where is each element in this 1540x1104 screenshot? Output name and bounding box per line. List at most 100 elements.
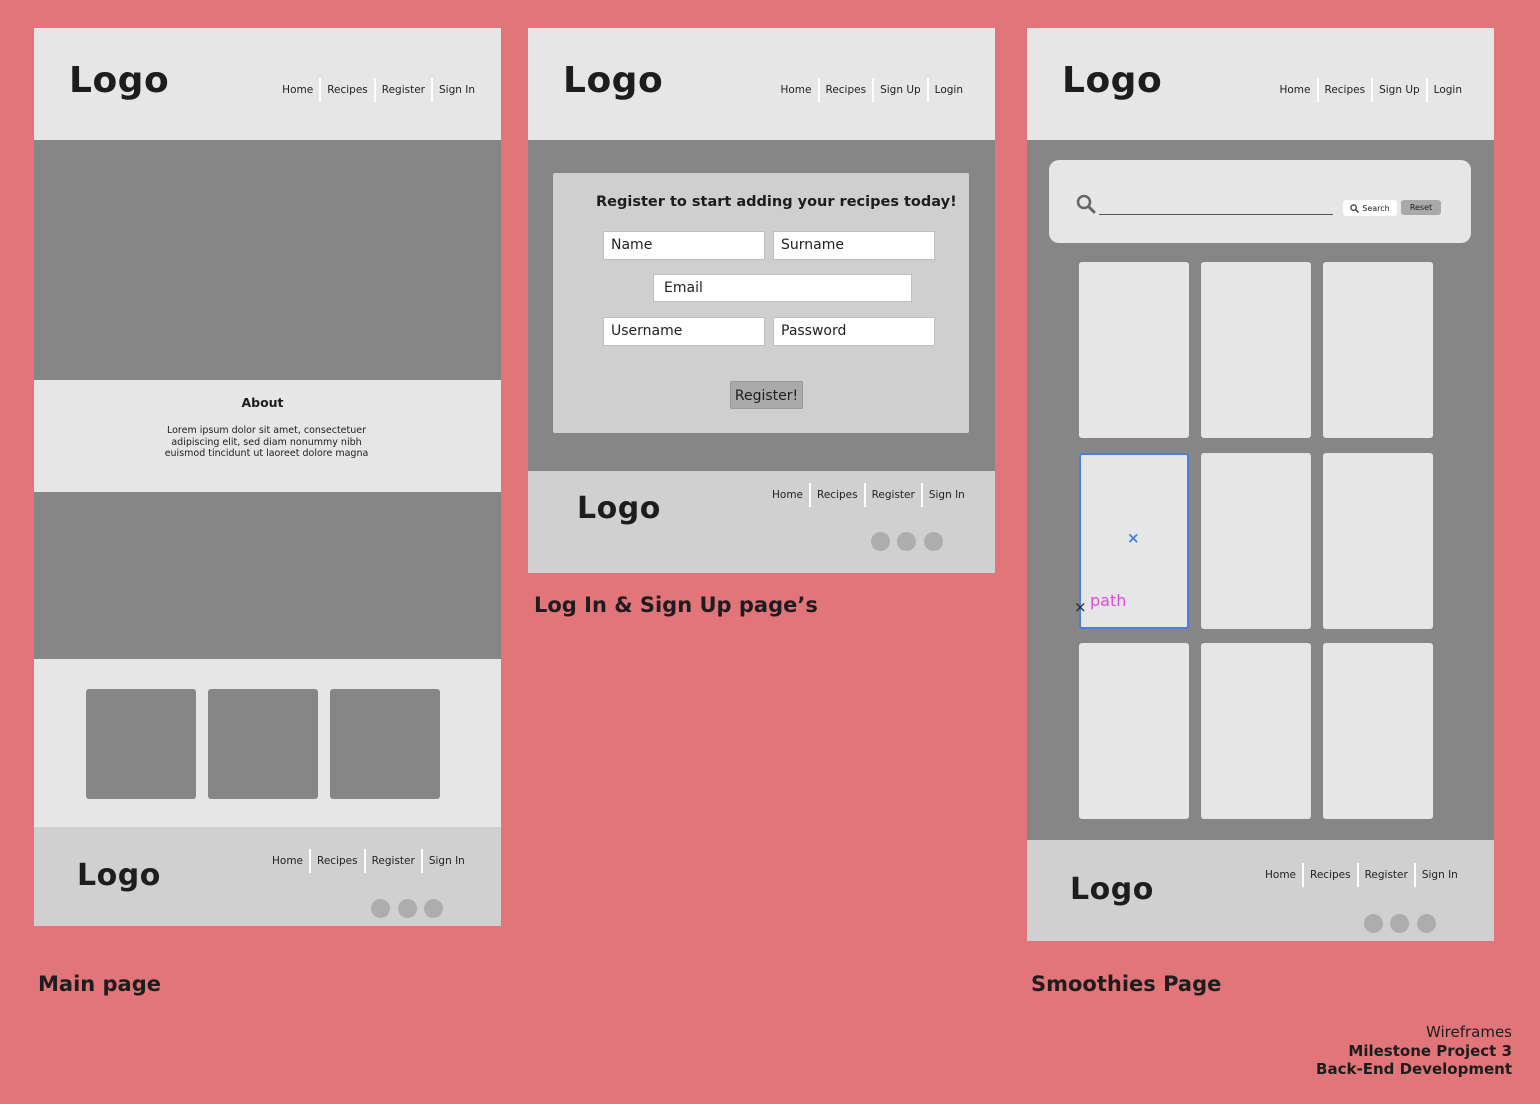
about-text: Lorem ipsum dolor sit amet, consectetuer… (34, 425, 499, 460)
main-nav: Home Recipes Register Sign In (276, 78, 481, 102)
register-form-panel: Register to start adding your recipes to… (553, 173, 969, 433)
nav-sign-up[interactable]: Sign Up (872, 78, 927, 102)
smoothies-logo[interactable]: Logo (1062, 60, 1162, 101)
register-form-title: Register to start adding your recipes to… (596, 194, 957, 210)
nav-login[interactable]: Login (926, 78, 969, 102)
recipe-card[interactable] (1323, 453, 1433, 629)
login-content-area: Register to start adding your recipes to… (528, 140, 995, 471)
login-footer: Logo Home Recipes Register Sign In (528, 471, 995, 573)
featured-tile[interactable] (330, 689, 440, 799)
reset-button[interactable]: Reset (1401, 200, 1441, 215)
surname-field[interactable]: Surname (773, 231, 935, 260)
main-footer-nav: Home Recipes Register Sign In (266, 849, 471, 873)
recipe-card[interactable] (1201, 262, 1311, 438)
about-text-line: Lorem ipsum dolor sit amet, consectetuer (166, 425, 367, 436)
login-footer-logo[interactable]: Logo (577, 491, 661, 526)
featured-tile[interactable] (86, 689, 196, 799)
search-bar-panel: Search Reset (1049, 160, 1471, 243)
footer-nav-home[interactable]: Home (266, 849, 309, 873)
main-header: Logo Home Recipes Register Sign In (34, 28, 501, 140)
nav-recipes[interactable]: Recipes (1316, 78, 1372, 102)
footer-nav-recipes[interactable]: Recipes (809, 483, 864, 507)
nav-recipes[interactable]: Recipes (319, 78, 374, 102)
login-nav: Home Recipes Sign Up Login (774, 78, 969, 102)
footer-nav-home[interactable]: Home (1259, 863, 1302, 887)
nav-sign-in[interactable]: Sign In (431, 78, 481, 102)
nav-home[interactable]: Home (1273, 78, 1316, 102)
smoothies-footer-nav: Home Recipes Register Sign In (1259, 863, 1464, 887)
main-second-image (34, 492, 501, 659)
social-circle-icon[interactable] (398, 899, 417, 918)
recipe-card-selected[interactable]: × path (1079, 453, 1189, 629)
main-page-wireframe: Logo Home Recipes Register Sign In About… (34, 28, 501, 926)
featured-tile[interactable] (208, 689, 318, 799)
credits-project: Milestone Project 3 (1348, 1041, 1512, 1060)
anchor-cross-icon: × (1074, 598, 1087, 616)
smoothies-content-area: Search Reset × path × (1027, 140, 1494, 840)
password-field[interactable]: Password (773, 317, 935, 346)
recipe-card[interactable] (1323, 643, 1433, 819)
credits-block: Wireframes Milestone Project 3 Back-End … (1316, 1023, 1512, 1079)
register-button[interactable]: Register! (730, 381, 803, 409)
about-section: About Lorem ipsum dolor sit amet, consec… (34, 380, 501, 492)
login-page-wireframe: Logo Home Recipes Sign Up Login Register… (528, 28, 995, 573)
smoothies-footer-logo[interactable]: Logo (1070, 872, 1154, 907)
path-label: path (1090, 591, 1127, 610)
main-hero-image (34, 140, 501, 380)
social-circle-icon[interactable] (1390, 914, 1409, 933)
login-footer-nav: Home Recipes Register Sign In (766, 483, 971, 507)
name-field[interactable]: Name (603, 231, 765, 260)
smoothies-page-caption: Smoothies Page (1031, 972, 1222, 996)
main-page-caption: Main page (38, 972, 162, 996)
footer-nav-home[interactable]: Home (766, 483, 809, 507)
credits-wireframes: Wireframes (1425, 1023, 1512, 1041)
login-logo[interactable]: Logo (563, 60, 663, 101)
nav-home[interactable]: Home (276, 78, 319, 102)
about-title: About (241, 395, 284, 410)
recipe-card[interactable] (1079, 262, 1189, 438)
email-field[interactable]: Email (653, 274, 912, 302)
login-header: Logo Home Recipes Sign Up Login (528, 28, 995, 140)
search-icon (1076, 194, 1096, 214)
username-field[interactable]: Username (603, 317, 765, 346)
main-logo[interactable]: Logo (69, 60, 169, 101)
nav-register[interactable]: Register (373, 78, 431, 102)
main-footer: Logo Home Recipes Register Sign In (34, 827, 501, 926)
social-circle-icon[interactable] (1417, 914, 1436, 933)
search-button-label: Search (1362, 203, 1390, 213)
nav-login[interactable]: Login (1425, 78, 1468, 102)
search-input[interactable] (1099, 200, 1333, 215)
footer-nav-sign-in[interactable]: Sign In (1413, 863, 1464, 887)
footer-nav-register[interactable]: Register (863, 483, 921, 507)
search-button[interactable]: Search (1343, 200, 1397, 216)
social-circle-icon[interactable] (871, 532, 890, 551)
recipe-card[interactable] (1201, 453, 1311, 629)
footer-nav-recipes[interactable]: Recipes (1302, 863, 1357, 887)
recipe-card[interactable] (1323, 262, 1433, 438)
login-page-caption: Log In & Sign Up page’s (534, 593, 818, 617)
social-circle-icon[interactable] (371, 899, 390, 918)
credits-course: Back-End Development (1316, 1060, 1512, 1078)
social-circle-icon[interactable] (897, 532, 916, 551)
nav-home[interactable]: Home (774, 78, 817, 102)
footer-nav-sign-in[interactable]: Sign In (420, 849, 471, 873)
featured-section (34, 659, 501, 827)
about-text-line: euismod tincidunt ut laoreet dolore magn… (164, 448, 369, 459)
footer-nav-recipes[interactable]: Recipes (309, 849, 364, 873)
footer-nav-register[interactable]: Register (1356, 863, 1414, 887)
nav-recipes[interactable]: Recipes (817, 78, 873, 102)
smoothies-nav: Home Recipes Sign Up Login (1273, 78, 1468, 102)
recipe-card[interactable] (1079, 643, 1189, 819)
recipe-card[interactable] (1201, 643, 1311, 819)
smoothies-header: Logo Home Recipes Sign Up Login (1027, 28, 1494, 140)
main-footer-logo[interactable]: Logo (77, 858, 161, 893)
cross-icon: × (1127, 529, 1140, 547)
social-circle-icon[interactable] (424, 899, 443, 918)
social-circle-icon[interactable] (924, 532, 943, 551)
smoothies-footer: Logo Home Recipes Register Sign In (1027, 840, 1494, 941)
footer-nav-register[interactable]: Register (363, 849, 421, 873)
footer-nav-sign-in[interactable]: Sign In (920, 483, 971, 507)
social-circle-icon[interactable] (1364, 914, 1383, 933)
search-icon (1350, 203, 1360, 213)
nav-sign-up[interactable]: Sign Up (1371, 78, 1426, 102)
